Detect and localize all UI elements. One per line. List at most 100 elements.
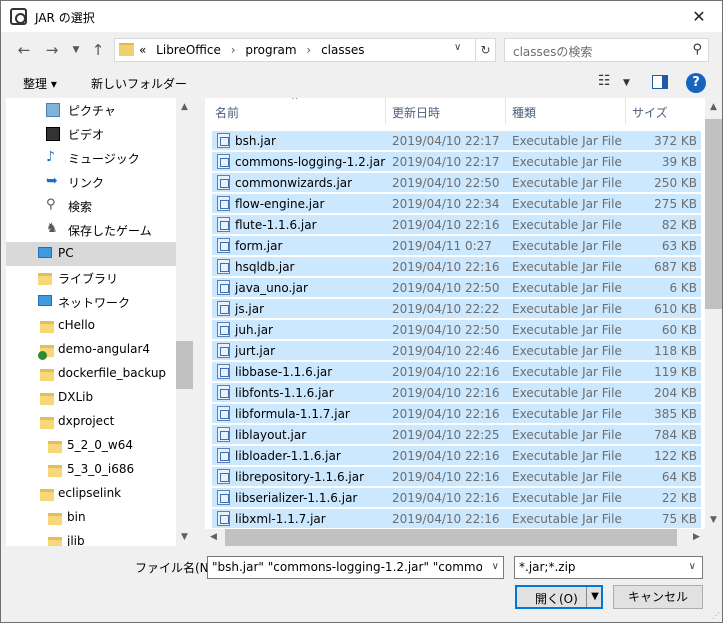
breadcrumb-libreoffice[interactable]: LibreOffice xyxy=(156,43,221,57)
file-type-select[interactable]: *.jar;*.zip ∨ xyxy=(514,556,703,579)
file-row[interactable]: libserializer-1.1.6.jar 2019/04/10 22:16 E… xyxy=(212,487,701,507)
filename-input[interactable]: "bsh.jar" "commons-logging-1.2.jar" "com… xyxy=(207,556,504,579)
breadcrumb-program[interactable]: program xyxy=(245,43,296,57)
column-divider[interactable] xyxy=(625,98,626,124)
file-row[interactable]: libxml-1.1.7.jar 2019/04/10 22:16 Executab… xyxy=(212,508,701,528)
nav-item-5-2-0-w64[interactable]: 5_2_0_w64 xyxy=(6,434,176,458)
column-header-type[interactable]: 種類 xyxy=(512,104,536,130)
nav-item-pictures[interactable]: ピクチャ xyxy=(6,98,176,122)
file-size: 687 KB xyxy=(654,260,697,274)
breadcrumb-separator[interactable]: › xyxy=(306,43,311,57)
horizontal-scrollbar-thumb[interactable] xyxy=(225,529,677,546)
breadcrumb-overflow[interactable]: « xyxy=(139,43,146,57)
nav-item-dxlib[interactable]: DXLib xyxy=(6,386,176,410)
file-row[interactable]: commons-logging-1.2.jar 2019/04/10 22:17 E… xyxy=(212,151,701,171)
file-row[interactable]: libfonts-1.1.6.jar 2019/04/10 22:16 Execut… xyxy=(212,382,701,402)
nav-item-bin[interactable]: bin xyxy=(6,506,176,530)
close-button[interactable]: ✕ xyxy=(676,1,722,32)
chevron-down-icon[interactable]: ∨ xyxy=(492,561,499,572)
forward-arrow-icon[interactable]: → xyxy=(41,39,63,61)
scroll-down-icon[interactable]: ▼ xyxy=(176,532,193,542)
nav-scrollbar[interactable] xyxy=(176,98,193,546)
chevron-down-icon[interactable]: ∨ xyxy=(454,42,461,53)
filename-value[interactable]: "bsh.jar" "commons-logging-1.2.jar" "com… xyxy=(212,560,482,574)
nav-scrollbar-thumb[interactable] xyxy=(176,341,193,389)
file-row[interactable]: form.jar 2019/04/11 0:27 Executable Jar Fi… xyxy=(212,235,701,255)
nav-item-links[interactable]: ➥ リンク xyxy=(6,170,176,194)
open-button[interactable]: 開く(O) ▼ xyxy=(515,585,603,609)
search-icon: ⚲ xyxy=(692,42,702,57)
nav-item-5-3-0-i686[interactable]: 5_3_0_i686 xyxy=(6,458,176,482)
jar-file-icon xyxy=(217,154,230,169)
cancel-button[interactable]: キャンセル xyxy=(613,585,703,609)
file-date: 2019/04/10 22:16 xyxy=(392,386,500,400)
file-row[interactable]: librepository-1.1.6.jar 2019/04/10 22:16 E… xyxy=(212,466,701,486)
chevron-down-icon[interactable]: ▼ xyxy=(623,78,630,88)
chevron-down-icon[interactable]: ∨ xyxy=(689,561,696,572)
nav-item-demo-angular4[interactable]: demo-angular4 xyxy=(6,338,176,362)
scroll-down-icon[interactable]: ▼ xyxy=(705,515,722,525)
file-row[interactable]: flute-1.1.6.jar 2019/04/10 22:16 Executabl… xyxy=(212,214,701,234)
column-header-size[interactable]: サイズ xyxy=(632,104,668,130)
breadcrumb-classes[interactable]: classes xyxy=(321,43,364,57)
new-folder-button[interactable]: 新しいフォルダー xyxy=(91,75,187,92)
column-header-date[interactable]: 更新日時 xyxy=(392,104,440,130)
file-row[interactable]: java_uno.jar 2019/04/10 22:50 Executable J… xyxy=(212,277,701,297)
file-date: 2019/04/10 22:16 xyxy=(392,407,500,421)
nav-item-dockerfile-backup[interactable]: dockerfile_backup xyxy=(6,362,176,386)
address-bar[interactable]: « LibreOffice › program › classes ∨ ↻ xyxy=(114,38,496,62)
file-type: Executable Jar File xyxy=(512,302,622,316)
file-row[interactable]: liblayout.jar 2019/04/10 22:25 Executable … xyxy=(212,424,701,444)
nav-item-saved-games[interactable]: ♞ 保存したゲーム xyxy=(6,218,176,242)
nav-label: PC xyxy=(58,246,74,260)
file-list-scrollbar-thumb[interactable] xyxy=(705,119,722,309)
file-row[interactable]: bsh.jar 2019/04/10 22:17 Executable Jar Fi… xyxy=(212,130,701,150)
file-row[interactable]: juh.jar 2019/04/10 22:50 Executable Jar Fi… xyxy=(212,319,701,339)
nav-item-chello[interactable]: cHello xyxy=(6,314,176,338)
file-date: 2019/04/10 22:17 xyxy=(392,134,500,148)
file-type-value: *.jar;*.zip xyxy=(519,560,576,574)
file-name: bsh.jar xyxy=(235,134,276,148)
nav-item-jlib[interactable]: jlib xyxy=(6,530,176,546)
file-row[interactable]: commonwizards.jar 2019/04/10 22:50 Executa… xyxy=(212,172,701,192)
scroll-left-icon[interactable]: ◀ xyxy=(205,532,222,542)
scroll-up-icon[interactable]: ▲ xyxy=(176,102,193,112)
nav-item-network[interactable]: ネットワーク xyxy=(6,290,176,314)
file-row[interactable]: hsqldb.jar 2019/04/10 22:16 Executable Jar… xyxy=(212,256,701,276)
pictures-icon xyxy=(46,103,60,117)
view-options-icon[interactable]: ☷ xyxy=(598,73,611,89)
help-icon[interactable]: ? xyxy=(686,73,706,93)
resize-grip-icon[interactable]: ⋰ xyxy=(712,611,720,620)
breadcrumb-separator[interactable]: › xyxy=(231,43,236,57)
file-row[interactable]: flow-engine.jar 2019/04/10 22:34 Executabl… xyxy=(212,193,701,213)
file-name: juh.jar xyxy=(235,323,273,337)
column-divider[interactable] xyxy=(505,98,506,124)
nav-item-library[interactable]: ライブラリ xyxy=(6,266,176,290)
scroll-up-icon[interactable]: ▲ xyxy=(705,102,722,112)
column-divider[interactable] xyxy=(385,98,386,124)
file-type: Executable Jar File xyxy=(512,365,622,379)
nav-item-search[interactable]: ⚲ 検索 xyxy=(6,194,176,218)
organize-button[interactable]: 整理 ▾ xyxy=(23,75,57,92)
nav-item-dxproject[interactable]: dxproject xyxy=(6,410,176,434)
scroll-right-icon[interactable]: ▶ xyxy=(688,532,705,542)
preview-pane-icon[interactable] xyxy=(652,75,668,89)
search-input[interactable]: classesの検索 ⚲ xyxy=(504,38,709,62)
nav-item-pc[interactable]: PC xyxy=(6,242,176,266)
column-header-name[interactable]: 名前 xyxy=(215,104,239,130)
file-row[interactable]: libformula-1.1.7.jar 2019/04/10 22:16 Exec… xyxy=(212,403,701,423)
file-row[interactable]: libloader-1.1.6.jar 2019/04/10 22:16 Execu… xyxy=(212,445,701,465)
file-row[interactable]: js.jar 2019/04/10 22:22 Executable Jar Fil… xyxy=(212,298,701,318)
nav-item-eclipselink[interactable]: eclipselink xyxy=(6,482,176,506)
up-arrow-icon[interactable]: ↑ xyxy=(87,39,109,61)
file-row[interactable]: jurt.jar 2019/04/10 22:46 Executable Jar F… xyxy=(212,340,701,360)
jar-file-icon xyxy=(217,490,230,505)
file-row[interactable]: libbase-1.1.6.jar 2019/04/10 22:16 Executa… xyxy=(212,361,701,381)
recent-locations-icon[interactable]: ▼ xyxy=(65,39,87,61)
refresh-icon[interactable]: ↻ xyxy=(475,39,495,61)
nav-item-music[interactable]: ♪ ミュージック xyxy=(6,146,176,170)
open-options-dropdown[interactable]: ▼ xyxy=(586,587,603,607)
back-arrow-icon[interactable]: ← xyxy=(13,39,35,61)
nav-item-videos[interactable]: ビデオ xyxy=(6,122,176,146)
jar-file-icon xyxy=(217,427,230,442)
